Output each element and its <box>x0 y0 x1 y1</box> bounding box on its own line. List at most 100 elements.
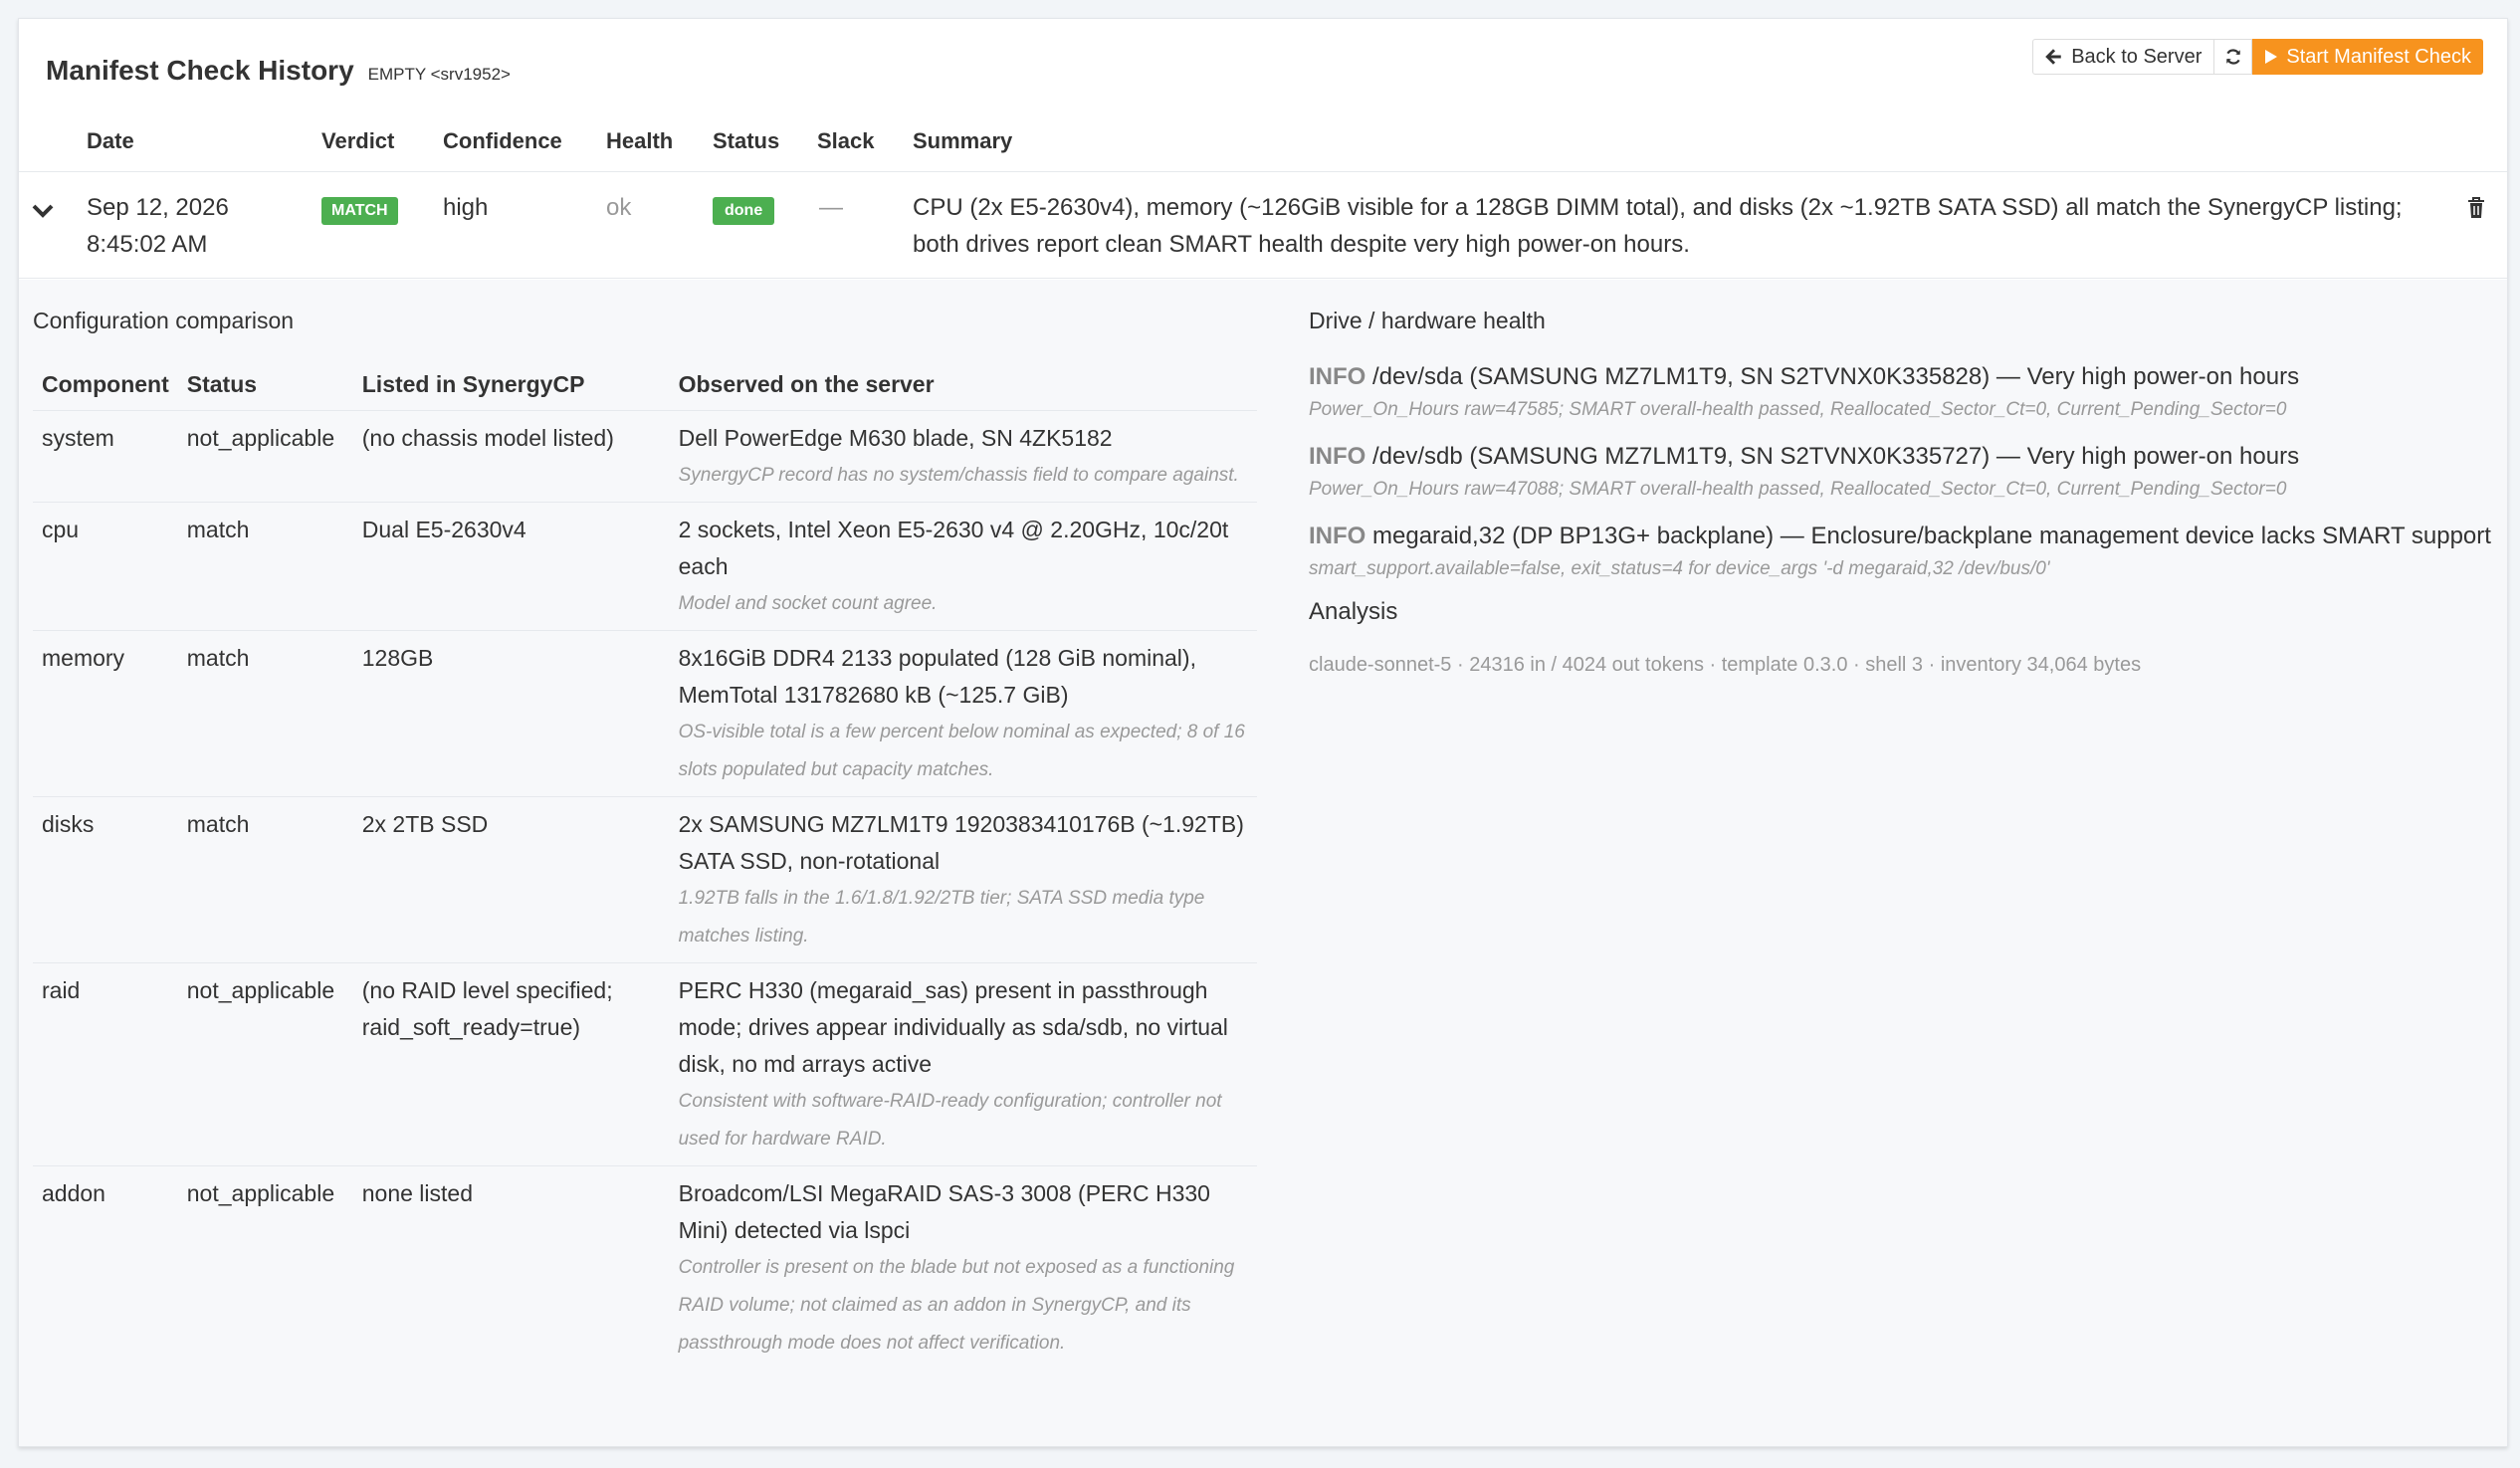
list-item: INFO megaraid,32 (DP BP13G+ backplane) —… <box>1309 519 2503 584</box>
observed-value: 2 sockets, Intel Xeon E5-2630 v4 @ 2.20G… <box>678 517 1229 579</box>
summary-line-1: CPU (2x E5-2630v4), memory (~126GiB visi… <box>913 194 2403 221</box>
server-label: EMPTY <srv1952> <box>367 65 511 84</box>
listed-value: none listed <box>361 1180 473 1206</box>
observed-note: 1.92TB falls in the 1.6/1.8/1.92/2TB tie… <box>678 888 1205 946</box>
observed-cell: Dell PowerEdge M630 blade, SN 4ZK5182 Syn… <box>669 410 1257 503</box>
back-to-server-button[interactable]: Back to Server <box>2032 39 2215 75</box>
play-icon <box>2265 50 2278 64</box>
health-text: /dev/sda (SAMSUNG MZ7LM1T9, SN S2TVNX0K3… <box>1372 363 2300 390</box>
listed-value: 128GB <box>352 630 670 797</box>
summary-text: CPU (2x E5-2630v4), memory (~126GiB visi… <box>913 189 2435 263</box>
component-name: system <box>33 410 178 503</box>
col-component: Component <box>33 359 178 411</box>
health-level: INFO <box>1309 443 1366 470</box>
health-list: INFO /dev/sda (SAMSUNG MZ7LM1T9, SN S2TV… <box>1309 359 2503 677</box>
history-date-day: Sep 12, 2026 <box>87 194 229 221</box>
observed-value: Broadcom/LSI MegaRAID SAS-3 3008 (PERC H… <box>678 1180 1210 1243</box>
list-item: INFO /dev/sdb (SAMSUNG MZ7LM1T9, SN S2TV… <box>1309 439 2503 505</box>
status-cell: done <box>713 189 775 226</box>
comparison-header-row: Component Status Listed in SynergyCP Obs… <box>33 359 1257 411</box>
confidence-value: high <box>443 194 489 221</box>
component-status: match <box>177 630 353 797</box>
listed-value: Dual E5-2630v4 <box>352 502 670 631</box>
page-title: Manifest Check History <box>46 55 354 86</box>
start-manifest-check-button[interactable]: Start Manifest Check <box>2252 39 2483 75</box>
list-item: INFO /dev/sda (SAMSUNG MZ7LM1T9, SN S2TV… <box>1309 359 2503 425</box>
component-status: match <box>177 502 353 631</box>
health-detail: smart_support.available=false, exit_stat… <box>1309 558 2050 579</box>
health-text: /dev/sdb (SAMSUNG MZ7LM1T9, SN S2TVNX0K3… <box>1372 443 2300 470</box>
model-usage-footer: claude-sonnet-5 · 24316 in / 4024 out to… <box>1309 654 2142 676</box>
table-row: raid not_applicable (no RAID level speci… <box>33 962 1257 1166</box>
component-name: addon <box>42 1180 105 1206</box>
analysis-title: Analysis <box>1309 598 1398 625</box>
refresh-button[interactable] <box>2214 39 2253 75</box>
health-level: INFO <box>1309 523 1366 549</box>
observed-cell: 2 sockets, Intel Xeon E5-2630 v4 @ 2.20G… <box>669 502 1257 631</box>
component-status: not_applicable <box>186 1180 335 1206</box>
header-actions: Back to Server Start Manifest Check <box>2032 39 2483 75</box>
observed-cell: 8x16GiB DDR4 2133 populated (128 GiB nom… <box>669 630 1257 797</box>
component-name: cpu <box>33 502 178 631</box>
component-status: not_applicable <box>177 410 353 503</box>
observed-value: 2x SAMSUNG MZ7LM1T9 1920383410176B (~1.9… <box>678 811 1244 874</box>
check-detail: Configuration comparison Component Statu… <box>19 280 2507 1446</box>
health-title: Drive / hardware health <box>1309 308 1546 333</box>
health-level: INFO <box>1309 363 1366 390</box>
delete-button[interactable] <box>2467 193 2485 230</box>
health-value: ok <box>606 194 632 221</box>
history-date-time: 8:45:02 AM <box>87 231 208 258</box>
observed-value: PERC H330 (megaraid_sas) present in pass… <box>678 977 1228 1077</box>
listed-value: (no RAID level specified; raid_soft_read… <box>352 962 670 1166</box>
summary-line-2: both drives report clean SMART health de… <box>913 231 1690 258</box>
start-manifest-check-label: Start Manifest Check <box>2286 45 2471 68</box>
observed-note: Consistent with software-RAID-ready conf… <box>678 1091 1222 1150</box>
component-status: not_applicable <box>177 962 353 1166</box>
comparison-title: Configuration comparison <box>33 308 295 333</box>
refresh-icon <box>2226 49 2240 65</box>
observed-note: SynergyCP record has no system/chassis f… <box>678 465 1239 486</box>
health-detail: Power_On_Hours raw=47088; SMART overall-… <box>1309 479 2287 500</box>
chevron-down-icon <box>32 204 54 218</box>
col-observed: Observed on the server <box>669 359 1257 411</box>
col-confidence: Confidence <box>443 128 562 153</box>
history-row[interactable]: Sep 12, 2026 8:45:02 AM MATCH high ok do… <box>19 173 2507 279</box>
col-status: Status <box>713 128 780 153</box>
col-listed: Listed in SynergyCP <box>352 359 670 411</box>
comparison-table: Component Status Listed in SynergyCP Obs… <box>33 359 1257 1369</box>
expand-toggle[interactable] <box>31 195 55 232</box>
arrow-left-icon <box>2045 49 2061 65</box>
table-row: addon not_applicable none listed Broadco… <box>33 1166 1257 1370</box>
back-to-server-label: Back to Server <box>2071 45 2203 68</box>
health-detail: Power_On_Hours raw=47585; SMART overall-… <box>1309 399 2287 420</box>
slack-value: — <box>819 194 843 221</box>
component-name: disks <box>33 796 178 963</box>
history-date: Sep 12, 2026 8:45:02 AM <box>87 189 229 263</box>
history-table-header: Date Verdict Confidence Health Status Sl… <box>19 112 2507 172</box>
col-verdict: Verdict <box>321 128 395 153</box>
observed-cell: 2x SAMSUNG MZ7LM1T9 1920383410176B (~1.9… <box>669 796 1257 963</box>
trash-icon <box>2468 197 2484 218</box>
component-status: match <box>177 796 353 963</box>
col-date: Date <box>87 128 134 153</box>
verdict-badge: MATCH <box>321 197 398 225</box>
verdict-cell: MATCH <box>321 189 398 226</box>
col-comp-status: Status <box>177 359 353 411</box>
page-header: Manifest Check History EMPTY <srv1952> <box>46 55 511 87</box>
col-summary: Summary <box>913 128 1013 153</box>
observed-note: Controller is present on the blade but n… <box>678 1257 1235 1354</box>
table-row: memory match 128GB 8x16GiB DDR4 2133 pop… <box>33 630 1257 797</box>
observed-value: 8x16GiB DDR4 2133 populated (128 GiB nom… <box>678 645 1196 708</box>
table-row: disks match 2x 2TB SSD 2x SAMSUNG MZ7LM1… <box>33 796 1257 963</box>
component-name: memory <box>33 630 178 797</box>
status-badge: done <box>713 197 775 225</box>
observed-cell: PERC H330 (megaraid_sas) present in pass… <box>669 962 1257 1166</box>
listed-value: (no chassis model listed) <box>352 410 670 503</box>
observed-note: OS-visible total is a few percent below … <box>678 722 1245 780</box>
health-text: megaraid,32 (DP BP13G+ backplane) — Encl… <box>1372 523 2491 549</box>
observed-value: Dell PowerEdge M630 blade, SN 4ZK5182 <box>678 425 1113 451</box>
col-health: Health <box>606 128 674 153</box>
observed-note: Model and socket count agree. <box>678 593 938 614</box>
manifest-history-panel: Manifest Check History EMPTY <srv1952> B… <box>18 18 2508 1447</box>
listed-value: 2x 2TB SSD <box>352 796 670 963</box>
